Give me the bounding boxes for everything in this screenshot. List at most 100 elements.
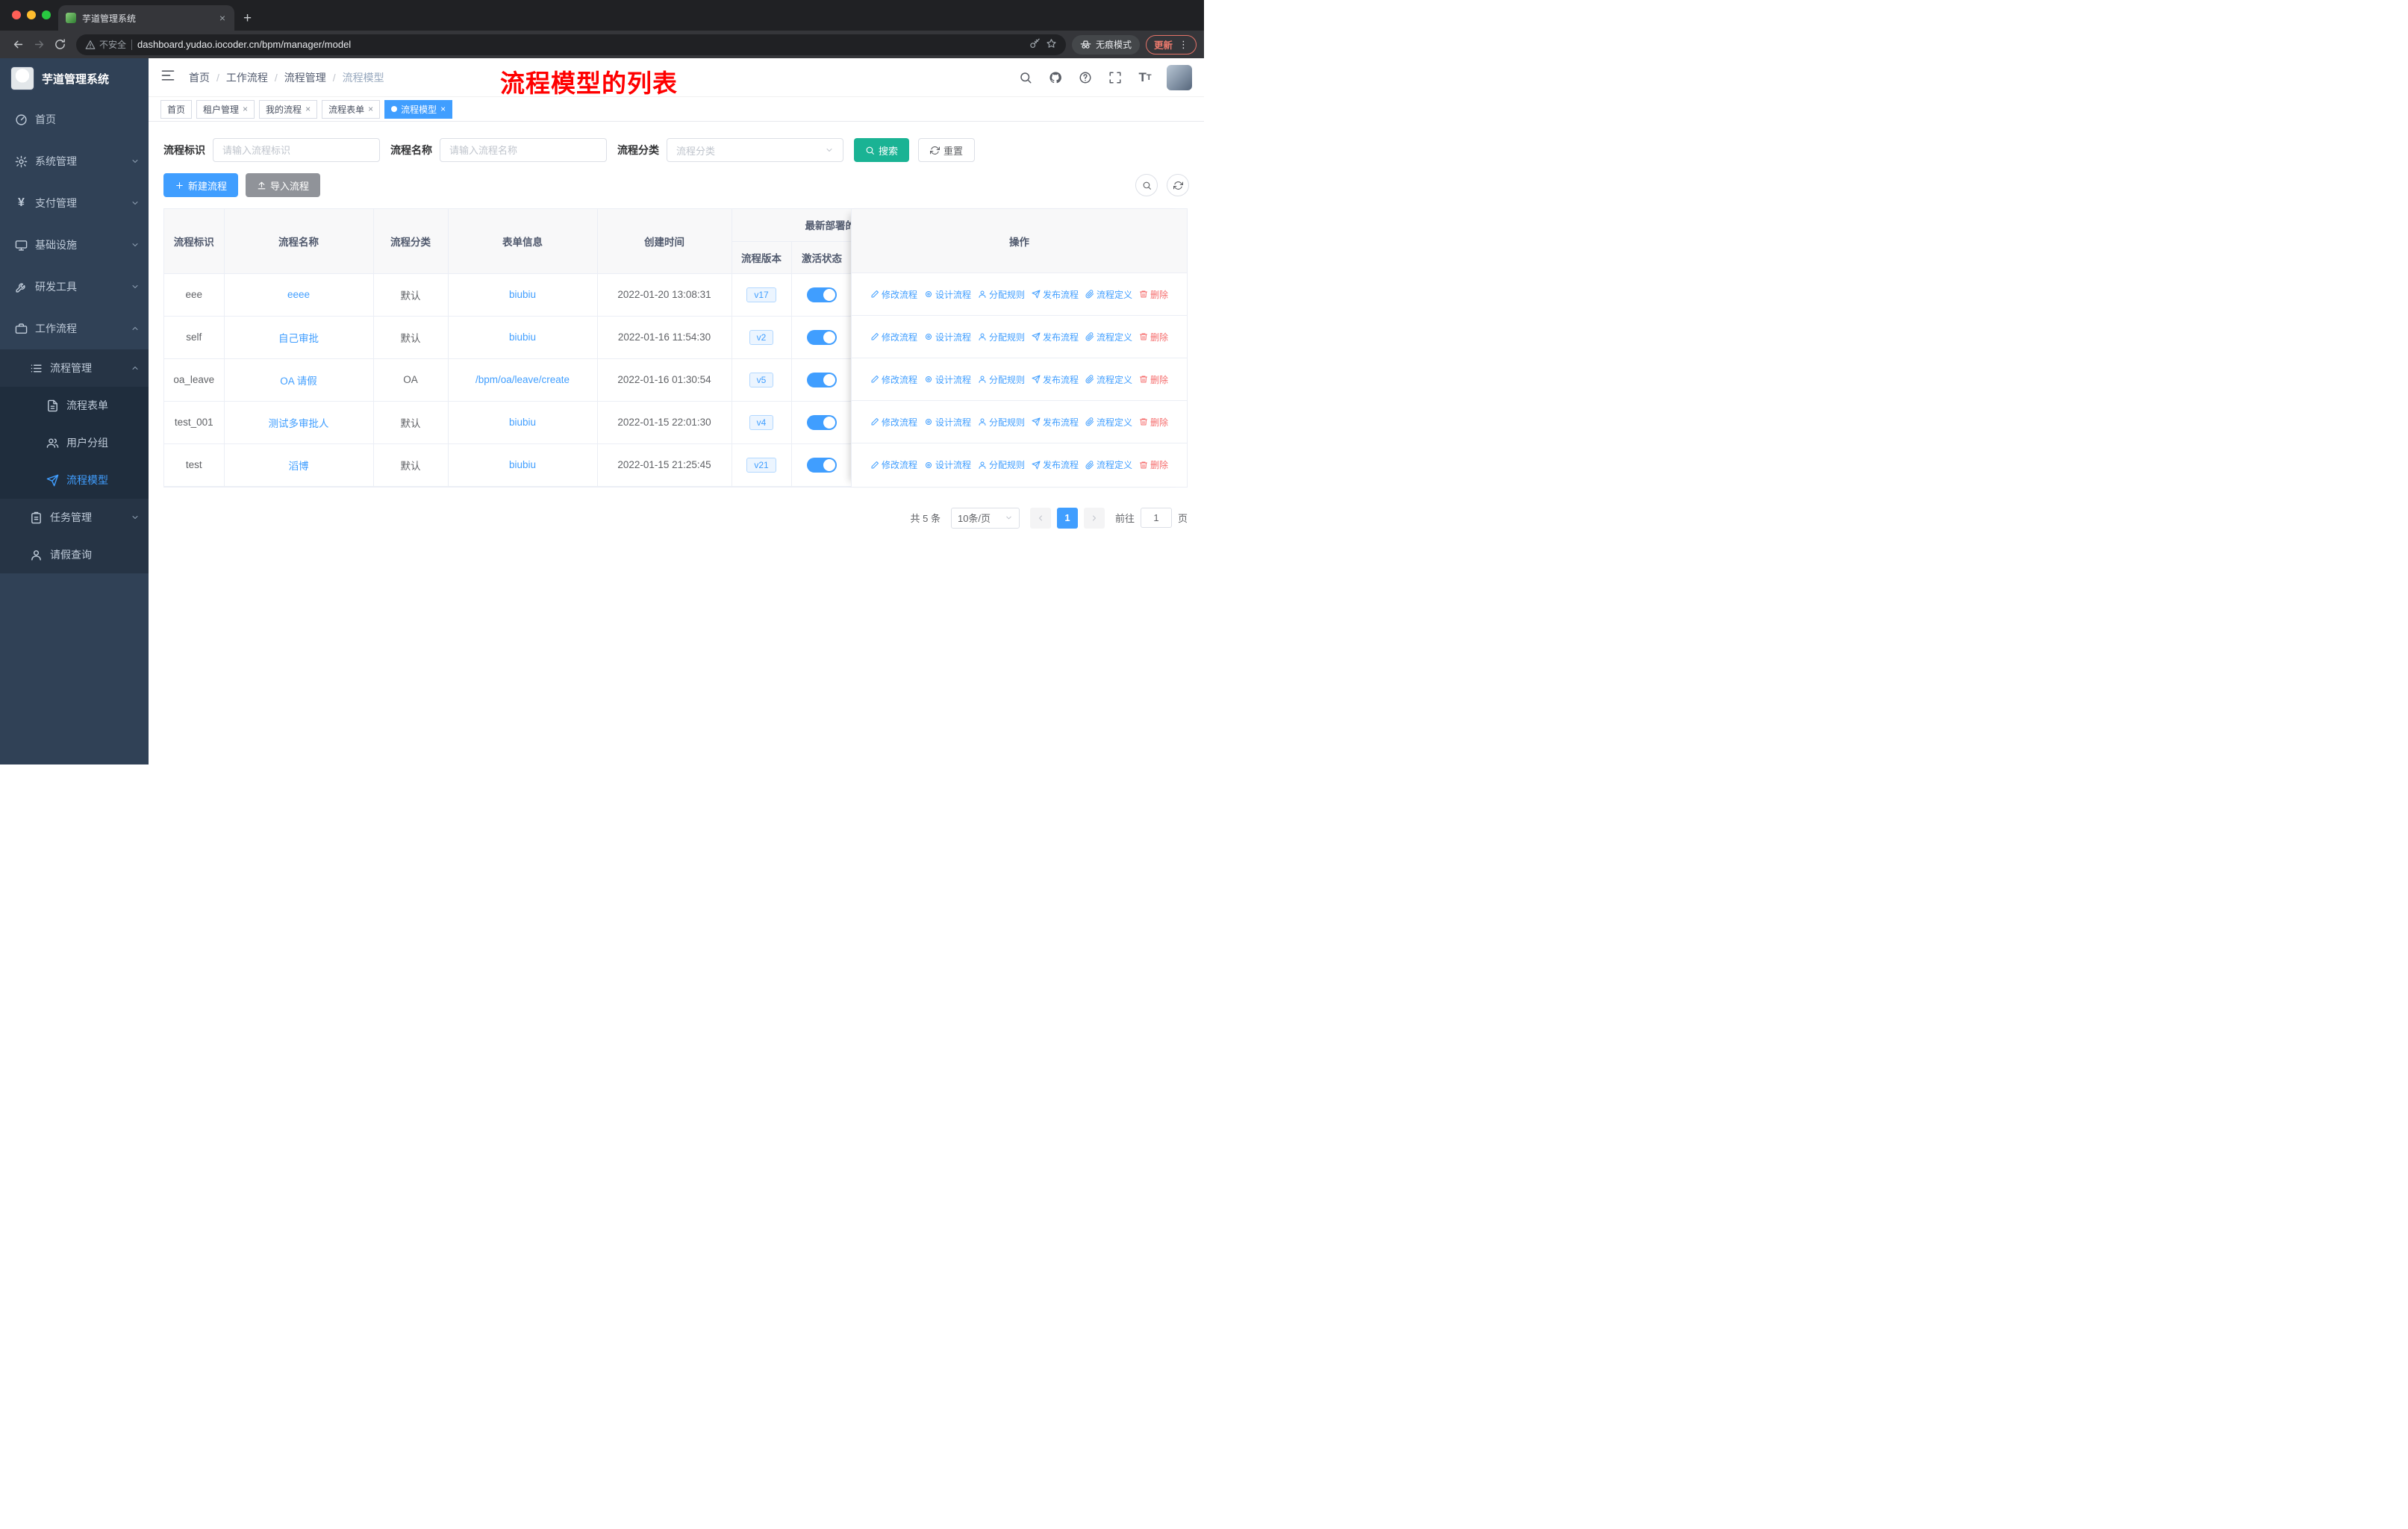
- browser-update-button[interactable]: 更新 ⋮: [1145, 34, 1197, 55]
- modify-process-link[interactable]: 修改流程: [870, 416, 917, 429]
- active-toggle[interactable]: [807, 287, 837, 302]
- publish-process-link[interactable]: 发布流程: [1032, 373, 1079, 386]
- tag-tenant[interactable]: 租户管理 ×: [196, 99, 255, 119]
- publish-process-link[interactable]: 发布流程: [1032, 416, 1079, 429]
- sidebar-item-infra[interactable]: 基础设施: [0, 224, 149, 266]
- new-tab-button[interactable]: +: [243, 11, 252, 25]
- process-definition-link[interactable]: 流程定义: [1085, 458, 1132, 471]
- design-process-link[interactable]: 设计流程: [924, 288, 971, 301]
- search-icon[interactable]: [1014, 66, 1037, 89]
- breadcrumb-item[interactable]: 流程管理: [284, 70, 326, 85]
- active-toggle[interactable]: [807, 329, 837, 345]
- browser-menu-icon[interactable]: ⋮: [1179, 39, 1188, 51]
- delete-link[interactable]: 删除: [1139, 458, 1168, 471]
- tag-close-icon[interactable]: ×: [440, 105, 446, 113]
- process-name-link[interactable]: 滔博: [289, 461, 309, 472]
- process-name-input[interactable]: [440, 138, 607, 162]
- sidebar-item-system[interactable]: 系统管理: [0, 140, 149, 182]
- tag-my-process[interactable]: 我的流程 ×: [259, 99, 318, 119]
- search-button[interactable]: 搜索: [854, 138, 910, 162]
- tab-close-icon[interactable]: ×: [218, 12, 227, 24]
- version-badge[interactable]: v17: [746, 287, 776, 302]
- delete-link[interactable]: 删除: [1139, 288, 1168, 301]
- form-info-link[interactable]: biubiu: [509, 459, 536, 470]
- form-info-link[interactable]: biubiu: [509, 331, 536, 343]
- security-indicator[interactable]: 不安全: [85, 38, 126, 51]
- modify-process-link[interactable]: 修改流程: [870, 373, 917, 386]
- modify-process-link[interactable]: 修改流程: [870, 288, 917, 301]
- version-badge[interactable]: v21: [746, 457, 776, 473]
- process-definition-link[interactable]: 流程定义: [1085, 416, 1132, 429]
- address-bar[interactable]: 不安全 dashboard.yudao.iocoder.cn/bpm/manag…: [76, 34, 1066, 55]
- goto-page-input[interactable]: [1140, 508, 1172, 528]
- tag-close-icon[interactable]: ×: [368, 105, 373, 113]
- sidebar-item-task-mgmt[interactable]: 任务管理: [0, 499, 149, 536]
- page-size-select[interactable]: 10条/页: [950, 507, 1020, 529]
- password-key-icon[interactable]: [1029, 38, 1041, 52]
- assign-rule-link[interactable]: 分配规则: [978, 416, 1025, 429]
- active-toggle[interactable]: [807, 457, 837, 473]
- version-badge[interactable]: v4: [749, 414, 774, 430]
- process-name-link[interactable]: 测试多审批人: [269, 418, 329, 429]
- version-badge[interactable]: v5: [749, 372, 774, 387]
- process-definition-link[interactable]: 流程定义: [1085, 288, 1132, 301]
- form-info-link[interactable]: biubiu: [509, 289, 536, 300]
- app-logo-row[interactable]: 芋道管理系统: [0, 58, 149, 99]
- modify-process-link[interactable]: 修改流程: [870, 331, 917, 343]
- category-select[interactable]: 流程分类: [667, 138, 843, 162]
- assign-rule-link[interactable]: 分配规则: [978, 288, 1025, 301]
- tag-close-icon[interactable]: ×: [243, 105, 248, 113]
- sidebar-toggle-icon[interactable]: [160, 68, 175, 87]
- process-name-link[interactable]: eeee: [287, 289, 310, 300]
- version-badge[interactable]: v2: [749, 329, 774, 345]
- assign-rule-link[interactable]: 分配规则: [978, 331, 1025, 343]
- reset-button[interactable]: 重置: [918, 138, 976, 162]
- prev-page-button[interactable]: [1029, 507, 1051, 529]
- github-icon[interactable]: [1044, 66, 1067, 89]
- minimize-window-button[interactable]: [27, 10, 36, 19]
- tag-home[interactable]: 首页: [160, 99, 193, 119]
- sidebar-item-leave-query[interactable]: 请假查询: [0, 536, 149, 573]
- user-avatar[interactable]: [1167, 64, 1192, 90]
- publish-process-link[interactable]: 发布流程: [1032, 288, 1079, 301]
- delete-link[interactable]: 删除: [1139, 331, 1168, 343]
- process-name-link[interactable]: OA 请假: [280, 376, 317, 387]
- delete-link[interactable]: 删除: [1139, 373, 1168, 386]
- toggle-search-button[interactable]: [1135, 174, 1158, 196]
- tag-close-icon[interactable]: ×: [305, 105, 311, 113]
- maximize-window-button[interactable]: [42, 10, 51, 19]
- form-info-link[interactable]: biubiu: [509, 417, 536, 428]
- sidebar-item-process-form[interactable]: 流程表单: [0, 387, 149, 424]
- assign-rule-link[interactable]: 分配规则: [978, 458, 1025, 471]
- process-definition-link[interactable]: 流程定义: [1085, 373, 1132, 386]
- assign-rule-link[interactable]: 分配规则: [978, 373, 1025, 386]
- process-name-link[interactable]: 自己审批: [278, 333, 319, 344]
- browser-back-button[interactable]: [7, 34, 28, 55]
- publish-process-link[interactable]: 发布流程: [1032, 331, 1079, 343]
- form-info-link[interactable]: /bpm/oa/leave/create: [475, 374, 570, 385]
- publish-process-link[interactable]: 发布流程: [1032, 458, 1079, 471]
- design-process-link[interactable]: 设计流程: [924, 331, 971, 343]
- close-window-button[interactable]: [12, 10, 21, 19]
- refresh-table-button[interactable]: [1167, 174, 1189, 196]
- delete-link[interactable]: 删除: [1139, 416, 1168, 429]
- font-size-icon[interactable]: TT: [1134, 66, 1156, 89]
- sidebar-item-devtools[interactable]: 研发工具: [0, 266, 149, 308]
- sidebar-item-workflow[interactable]: 工作流程: [0, 308, 149, 349]
- sidebar-item-home[interactable]: 首页: [0, 99, 149, 140]
- active-toggle[interactable]: [807, 414, 837, 430]
- next-page-button[interactable]: [1083, 507, 1105, 529]
- bookmark-star-icon[interactable]: [1046, 38, 1057, 52]
- design-process-link[interactable]: 设计流程: [924, 416, 971, 429]
- import-process-button[interactable]: 导入流程: [246, 173, 321, 197]
- help-icon[interactable]: [1074, 66, 1097, 89]
- modify-process-link[interactable]: 修改流程: [870, 458, 917, 471]
- sidebar-item-user-group[interactable]: 用户分组: [0, 424, 149, 461]
- fullscreen-icon[interactable]: [1104, 66, 1126, 89]
- breadcrumb-item[interactable]: 工作流程: [226, 70, 268, 85]
- process-id-input[interactable]: [213, 138, 380, 162]
- tag-process-model[interactable]: 流程模型 ×: [384, 99, 453, 119]
- create-process-button[interactable]: 新建流程: [163, 173, 239, 197]
- browser-forward-button[interactable]: [28, 34, 49, 55]
- design-process-link[interactable]: 设计流程: [924, 373, 971, 386]
